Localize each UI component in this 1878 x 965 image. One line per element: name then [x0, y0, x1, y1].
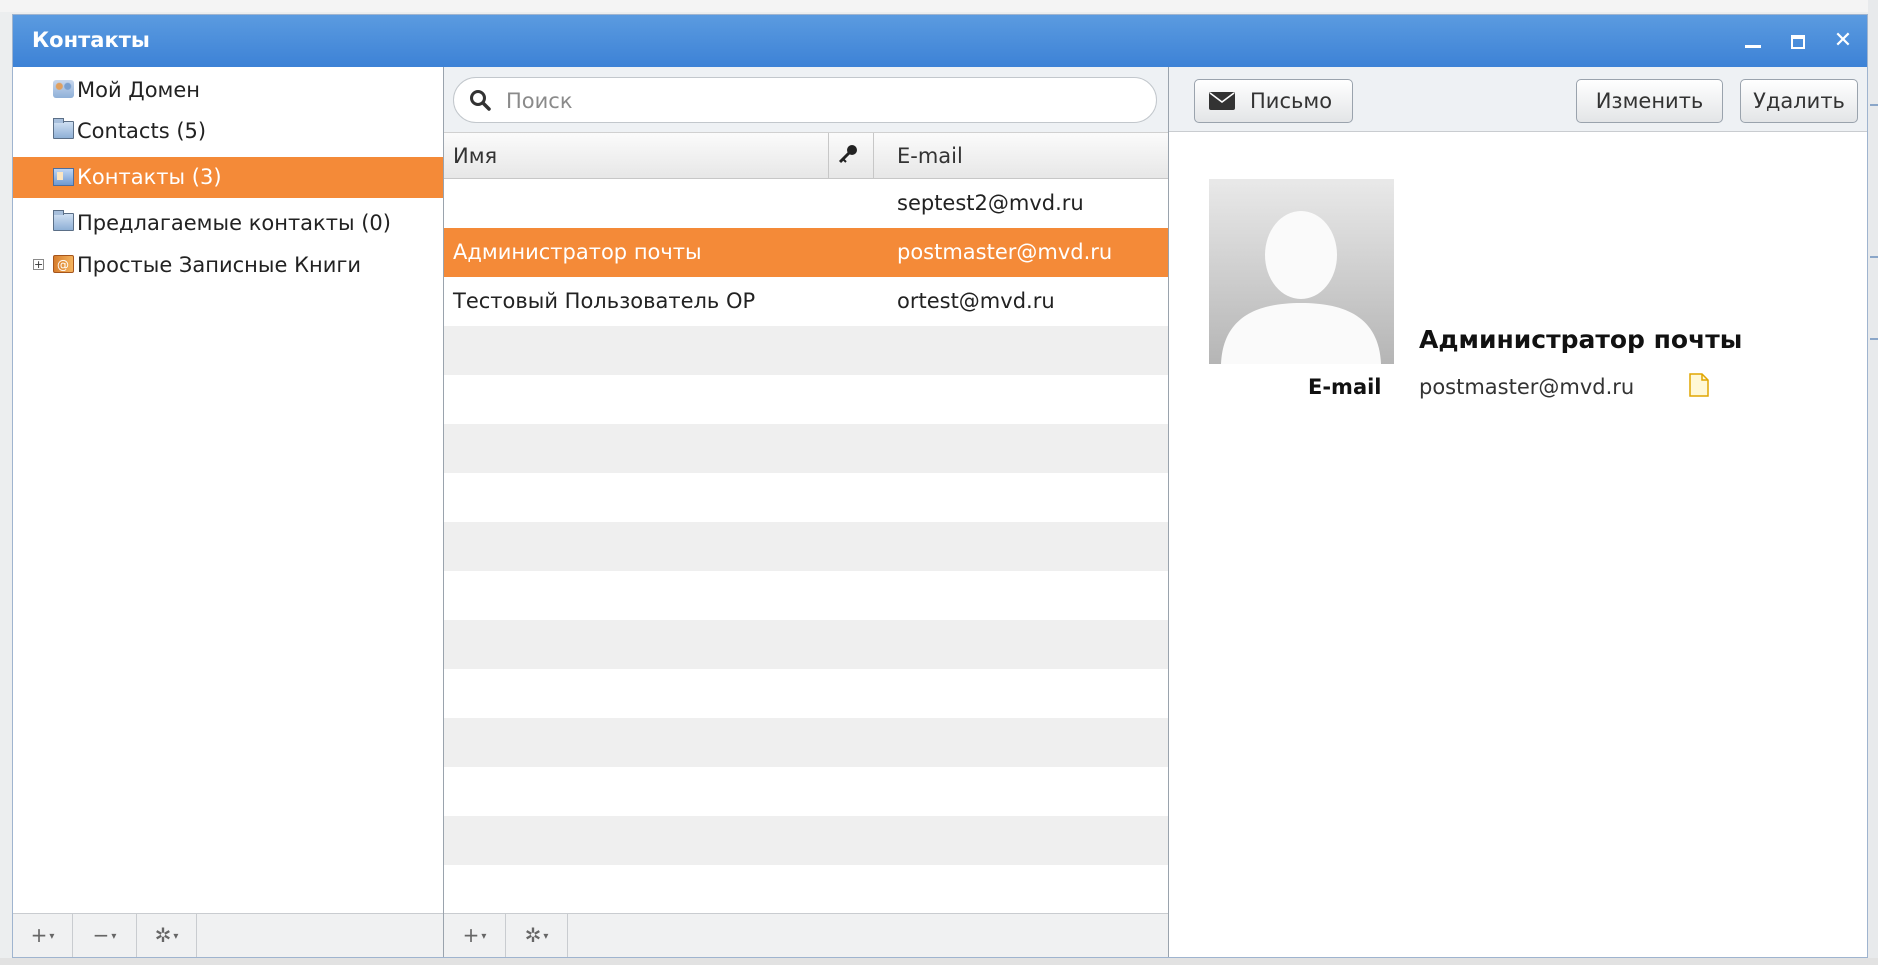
contact-display-name: Администратор почты [1419, 325, 1743, 354]
copy-icon[interactable] [1689, 373, 1709, 397]
tree-item-simple-address-books[interactable]: + Простые Записные Книги [13, 244, 443, 286]
contact-list-pane: Имя E-mail septest2@mvd.ru Администратор… [444, 67, 1169, 957]
empty-row [444, 375, 1168, 424]
folder-icon [53, 210, 74, 231]
tree-item-label: Предлагаемые контакты (0) [77, 211, 391, 235]
contact-email-cell: septest2@mvd.ru [897, 191, 1084, 215]
window-titlebar[interactable]: Контакты ✕ [13, 15, 1867, 67]
tree-item-contacts-folder[interactable]: Contacts (5) [13, 110, 443, 152]
expand-icon[interactable]: + [33, 259, 44, 270]
caret-icon: ▾ [111, 931, 117, 942]
write-mail-label: Письмо [1250, 89, 1333, 113]
key-icon[interactable] [837, 143, 859, 165]
tree-item-label: Мой Домен [77, 78, 201, 102]
background-bottom [0, 958, 1878, 965]
contact-avatar [1209, 179, 1394, 364]
column-separator[interactable] [873, 133, 874, 179]
column-header-name[interactable]: Имя [453, 133, 497, 179]
contact-name-cell: Администратор почты [453, 240, 702, 264]
table-row[interactable]: Тестовый Пользователь ОР ortest@mvd.ru [444, 277, 1168, 326]
envelope-icon [1209, 92, 1235, 110]
empty-row [444, 865, 1168, 902]
column-separator[interactable] [828, 133, 829, 179]
contact-rows: septest2@mvd.ru Администратор почты post… [444, 179, 1168, 902]
background-top [0, 0, 1878, 12]
email-field-label: E-mail [1308, 375, 1382, 399]
contacts-window: Контакты ✕ Мой Домен Contacts (5) Контак… [12, 14, 1868, 958]
table-row[interactable]: Администратор почты postmaster@mvd.ru [444, 228, 1168, 277]
search-bar [444, 67, 1168, 132]
list-toolbar: + ▾ ✲ ▾ [444, 913, 1168, 957]
contact-detail-pane: Письмо Изменить Удалить Администратор по… [1169, 67, 1867, 957]
tree-settings-button[interactable]: ✲ ▾ [137, 914, 197, 957]
caret-icon: ▾ [49, 931, 55, 942]
plus-icon: + [462, 923, 480, 947]
tree-item-kontakty[interactable]: Контакты (3) [13, 157, 443, 198]
table-row[interactable]: septest2@mvd.ru [444, 179, 1168, 228]
background-tick [1870, 256, 1878, 258]
search-icon [470, 90, 491, 111]
column-header-email[interactable]: E-mail [897, 133, 963, 179]
minus-icon: − [92, 923, 110, 947]
window-title: Контакты [32, 28, 150, 52]
minimize-icon[interactable] [1741, 29, 1765, 53]
contact-card-icon [53, 168, 74, 186]
background-right [1868, 0, 1878, 965]
tree-item-label: Контакты (3) [77, 165, 222, 189]
empty-row [444, 620, 1168, 669]
domain-icon [53, 80, 74, 98]
background-tick [1870, 338, 1878, 340]
empty-row [444, 816, 1168, 865]
write-mail-button[interactable]: Письмо [1194, 79, 1353, 123]
tree-item-label: Contacts (5) [77, 119, 207, 143]
background-tick [1870, 104, 1878, 106]
edit-contact-button[interactable]: Изменить [1576, 79, 1723, 123]
empty-row [444, 669, 1168, 718]
email-field-value[interactable]: postmaster@mvd.ru [1419, 375, 1634, 399]
tree-item-label: Простые Записные Книги [77, 253, 362, 277]
add-contact-button[interactable]: + ▾ [444, 914, 506, 957]
empty-row [444, 473, 1168, 522]
address-book-icon [53, 244, 74, 286]
tree-toolbar: + ▾ − ▾ ✲ ▾ [13, 913, 443, 957]
list-settings-button[interactable]: ✲ ▾ [506, 914, 568, 957]
add-address-book-button[interactable]: + ▾ [13, 914, 73, 957]
gear-icon: ✲ [154, 923, 172, 947]
close-icon[interactable]: ✕ [1831, 29, 1855, 53]
list-header: Имя E-mail [444, 132, 1168, 179]
empty-row [444, 424, 1168, 473]
tree-item-my-domain[interactable]: Мой Домен [13, 69, 443, 111]
maximize-icon[interactable] [1786, 29, 1810, 53]
plus-icon: + [30, 923, 48, 947]
folder-icon [53, 118, 74, 139]
contact-email-cell: postmaster@mvd.ru [897, 240, 1113, 264]
empty-row [444, 571, 1168, 620]
remove-address-book-button[interactable]: − ▾ [73, 914, 137, 957]
empty-row [444, 718, 1168, 767]
contact-email-cell: ortest@mvd.ru [897, 289, 1055, 313]
search-input[interactable] [504, 85, 1128, 117]
caret-icon: ▾ [543, 931, 549, 942]
caret-icon: ▾ [481, 931, 487, 942]
address-book-tree: Мой Домен Contacts (5) Контакты (3) Пред… [13, 67, 444, 957]
contact-name-cell: Тестовый Пользователь ОР [453, 289, 756, 313]
delete-contact-button[interactable]: Удалить [1740, 79, 1858, 123]
detail-toolbar: Письмо Изменить Удалить [1169, 67, 1867, 132]
caret-icon: ▾ [173, 931, 179, 942]
empty-row [444, 326, 1168, 375]
tree-item-suggested-contacts[interactable]: Предлагаемые контакты (0) [13, 202, 443, 244]
gear-icon: ✲ [524, 923, 542, 947]
empty-row [444, 767, 1168, 816]
search-box[interactable] [453, 77, 1157, 123]
empty-row [444, 522, 1168, 571]
